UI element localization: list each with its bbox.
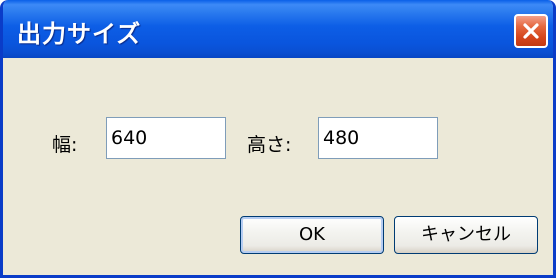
output-size-dialog: 出力サイズ 幅: 高さ: OK キャンセル xyxy=(0,0,556,278)
close-icon xyxy=(522,22,540,40)
dialog-title: 出力サイズ xyxy=(17,20,142,48)
height-label: 高さ: xyxy=(247,134,292,156)
ok-button[interactable]: OK xyxy=(240,216,384,254)
cancel-button[interactable]: キャンセル xyxy=(394,216,538,254)
width-label: 幅: xyxy=(52,134,78,156)
close-button[interactable] xyxy=(514,14,548,48)
width-input[interactable] xyxy=(106,117,226,159)
title-bar[interactable]: 出力サイズ xyxy=(3,0,553,58)
height-input[interactable] xyxy=(318,117,438,159)
